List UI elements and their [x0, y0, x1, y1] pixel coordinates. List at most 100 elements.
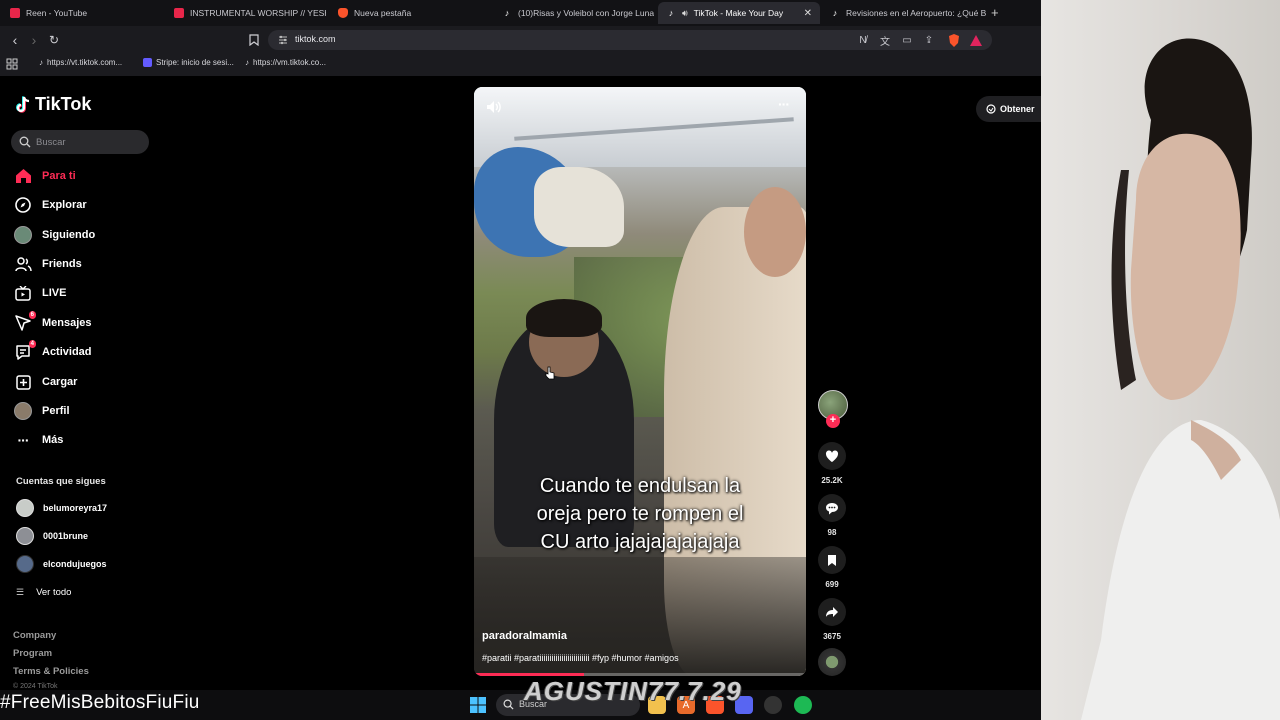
- bookmark-item[interactable]: Stripe: inicio de sesi...: [143, 58, 234, 67]
- translate-icon[interactable]: 文: [878, 33, 892, 48]
- tab-new-tab[interactable]: Nueva pestaña: [330, 2, 492, 24]
- nav-live[interactable]: LIVE: [14, 282, 66, 304]
- nav-para-ti[interactable]: Para ti: [14, 165, 76, 187]
- following-account[interactable]: elcondujuegos: [16, 555, 107, 573]
- brave-shields-icon[interactable]: [947, 33, 961, 47]
- account-name: belumoreyra17: [43, 503, 108, 513]
- more-icon: ···: [17, 432, 30, 448]
- like-count: 25.2K: [821, 476, 843, 485]
- save-button[interactable]: 699: [818, 546, 846, 589]
- comment-count: 98: [827, 528, 837, 537]
- search-box[interactable]: [11, 130, 149, 154]
- bookmark-label: https://vm.tiktok.co...: [253, 58, 326, 67]
- streamer-watermark: AGUSTIN77.7.29: [524, 676, 742, 706]
- boy-hair: [526, 299, 602, 337]
- get-app-button[interactable]: Obtener: [976, 96, 1041, 122]
- stream-banner-text: #FreeMisBebitosFiuFiu: [0, 692, 200, 713]
- nav-actividad[interactable]: 4 Actividad: [14, 340, 92, 363]
- tab-tiktok-risas[interactable]: ♪ (10)Risas y Voleibol con Jorge Luna y: [494, 2, 654, 24]
- compass-icon: [14, 196, 32, 214]
- nav-perfil[interactable]: Perfil: [14, 400, 70, 422]
- reload-icon[interactable]: ↻: [45, 31, 63, 49]
- bookmark-item[interactable]: ♪ https://vt.tiktok.com...: [39, 58, 122, 67]
- spotify-icon[interactable]: [794, 696, 812, 714]
- tiktok-logo[interactable]: TikTok: [15, 94, 91, 115]
- nav-explorar[interactable]: Explorar: [14, 194, 87, 216]
- comment-button[interactable]: 98: [818, 494, 846, 537]
- speaker-icon: 🔊︎: [682, 7, 688, 18]
- like-button[interactable]: 25.2K: [818, 442, 846, 485]
- more-options-icon[interactable]: ···: [778, 96, 790, 112]
- nav-label: Más: [42, 434, 64, 446]
- tab-title: Nueva pestaña: [354, 8, 412, 18]
- nav-friends[interactable]: Friends: [14, 253, 82, 275]
- brave-rewards-icon[interactable]: [969, 33, 983, 47]
- following-account[interactable]: 0001brune: [16, 527, 88, 545]
- bookmarks-bar: ♪ https://vt.tiktok.com... Stripe: inici…: [0, 54, 1041, 76]
- obs-icon[interactable]: [764, 696, 782, 714]
- bookmark-label: https://vt.tiktok.com...: [47, 58, 123, 67]
- following-section-title: Cuentas que sigues: [16, 476, 106, 487]
- volume-icon[interactable]: [486, 100, 502, 114]
- tab-bar: Reen - YouTube INSTRUMENTAL WORSHIP // Y…: [0, 0, 1041, 26]
- tiktok-icon: ♪: [245, 58, 249, 67]
- back-icon[interactable]: ‹: [6, 31, 24, 49]
- tab-title: Reen - YouTube: [26, 8, 88, 18]
- footer-link-program[interactable]: Program: [13, 648, 52, 659]
- tab-title: INSTRUMENTAL WORSHIP // YESHU: [190, 8, 326, 18]
- stripe-icon: [143, 58, 152, 67]
- nav-cargar[interactable]: Cargar: [14, 371, 77, 393]
- tiktok-icon: ♪: [504, 8, 510, 18]
- following-account[interactable]: belumoreyra17: [16, 499, 107, 517]
- tiktok-icon: ♪: [668, 8, 674, 18]
- notification-badge: 4: [28, 340, 36, 348]
- bookmark-icon[interactable]: [245, 31, 263, 49]
- cast-icon[interactable]: ▭: [900, 33, 914, 47]
- white-object: [534, 167, 624, 247]
- search-input[interactable]: [36, 134, 144, 150]
- nav-label: Siguiendo: [42, 229, 96, 241]
- tab-tiktok-aeropuerto[interactable]: ♪ Revisiones en el Aeropuerto: ¿Qué Bu: [822, 2, 986, 24]
- bookmark-item[interactable]: ♪ https://vm.tiktok.co...: [245, 58, 326, 67]
- heart-icon: [818, 442, 846, 470]
- comment-icon: [818, 494, 846, 522]
- nav-label: Cargar: [42, 376, 78, 388]
- see-all-label: Ver todo: [36, 587, 72, 598]
- nav-mensajes[interactable]: 6 Mensajes: [14, 311, 92, 334]
- footer-link-terms[interactable]: Terms & Policies: [13, 666, 89, 677]
- nav-label: Mensajes: [42, 317, 92, 329]
- tab-tiktok-active[interactable]: ♪ 🔊︎ TikTok - Make Your Day ✕: [658, 2, 820, 24]
- tab-youtube-reen[interactable]: Reen - YouTube: [2, 2, 164, 24]
- see-all-link[interactable]: ☰ Ver todo: [16, 587, 71, 598]
- apps-grid-icon[interactable]: [6, 58, 18, 70]
- forward-icon[interactable]: ›: [25, 31, 43, 49]
- windows-start-icon[interactable]: [470, 697, 486, 713]
- follow-plus-icon[interactable]: +: [826, 414, 840, 428]
- brave-icon: [338, 8, 348, 18]
- youtube-icon: [174, 8, 184, 18]
- webcam-feed: [1041, 0, 1280, 720]
- tab-youtube-worship[interactable]: INSTRUMENTAL WORSHIP // YESHU: [166, 2, 326, 24]
- notification-badge: 6: [28, 311, 36, 319]
- share-icon: [818, 598, 846, 626]
- nav-siguiendo[interactable]: Siguiendo: [14, 224, 95, 246]
- share-button[interactable]: 3675: [818, 598, 846, 641]
- nav-mas[interactable]: ··· Más: [14, 429, 64, 451]
- logo-text: TikTok: [35, 94, 92, 114]
- no-translate-icon[interactable]: N̸: [856, 33, 870, 47]
- share-icon[interactable]: ⇪: [922, 33, 936, 47]
- following-avatar-icon: [14, 226, 32, 244]
- music-disc-icon[interactable]: [818, 648, 846, 676]
- video-username[interactable]: paradoralmamia: [482, 630, 567, 642]
- footer-link-company[interactable]: Company: [13, 630, 56, 641]
- search-icon: [19, 136, 31, 148]
- video-player[interactable]: ··· Cuando te endulsan la oreja pero te …: [474, 87, 806, 676]
- site-settings-icon[interactable]: [277, 34, 289, 46]
- close-icon[interactable]: ✕: [804, 8, 812, 19]
- bookmark-icon: [818, 546, 846, 574]
- activity-icon: 4: [14, 340, 36, 361]
- video-hashtags[interactable]: #paratii #paratiiiiiiiiiiiiiiiiiiiiiiiii…: [482, 653, 679, 663]
- account-name: 0001brune: [43, 531, 89, 541]
- new-tab-icon[interactable]: +: [991, 5, 999, 20]
- nav-label: Para ti: [42, 170, 76, 182]
